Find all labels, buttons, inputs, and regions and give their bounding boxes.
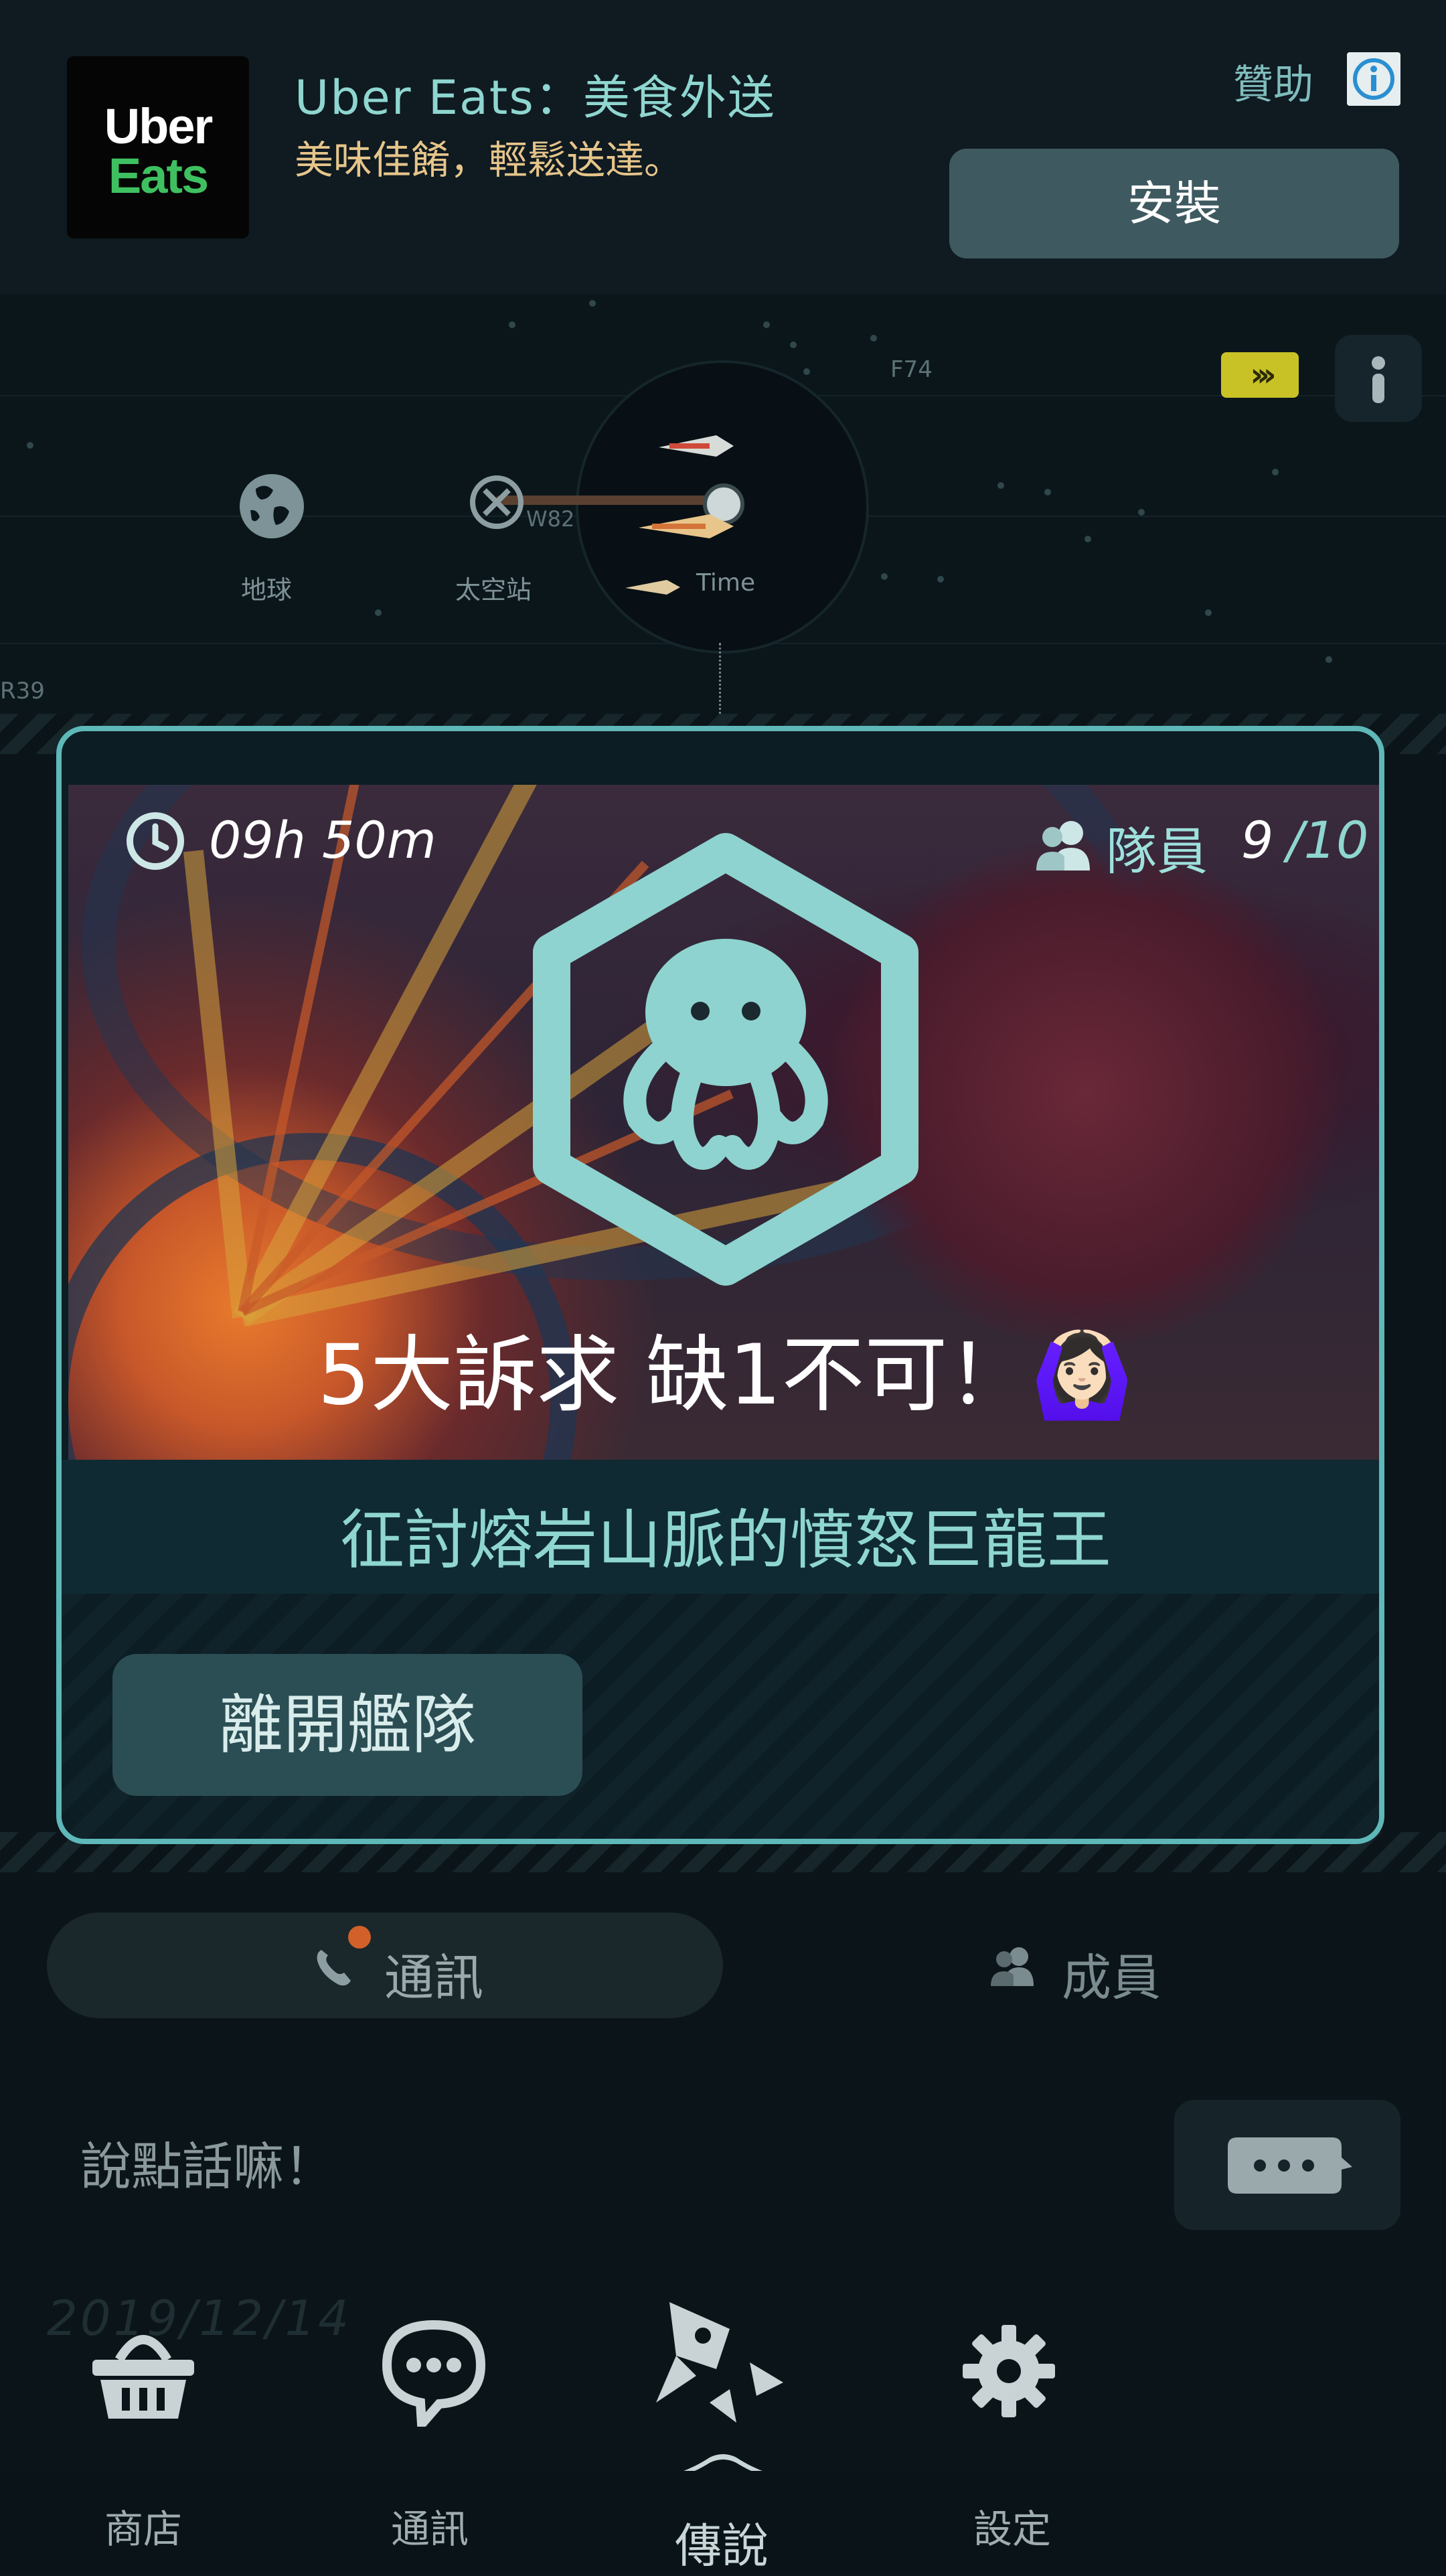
nav-settings-label[interactable]: 設定 (973, 2498, 1051, 2554)
map-marker-w82: W82 (526, 506, 575, 532)
map-route-line (719, 643, 722, 723)
map-star (881, 573, 888, 580)
notification-dot (348, 1926, 371, 1949)
map-marker-r39: R39 (0, 678, 45, 704)
ad-title[interactable]: Uber Eats：美食外送 (295, 60, 776, 128)
fleet-title: 征討熔岩山脈的憤怒巨龍王 (340, 1503, 1111, 1578)
tab-members-label[interactable]: 成員 (1062, 1938, 1161, 2010)
ad-logo-text-top: Uber (104, 98, 214, 154)
space-station-icon[interactable] (469, 474, 525, 533)
ad-subtitle: 美味佳餚，輕鬆送達。 (295, 137, 684, 183)
tab-communication-label: 通訊 (384, 1949, 483, 2007)
globe-icon[interactable] (236, 470, 308, 545)
person-info-icon (1372, 356, 1385, 403)
map-star (763, 321, 770, 328)
phone-icon (312, 1946, 355, 1991)
members-label: 隊員 (1106, 822, 1208, 881)
ship-icon (656, 429, 736, 465)
chat-bubble-icon (1228, 2137, 1352, 2194)
chat-input[interactable]: 說點話嘛！ (47, 2107, 1145, 2227)
star-map[interactable]: 地球 太空站 W82 Time F74 R39 ››› (0, 295, 1446, 723)
map-star (589, 300, 596, 307)
shopping-basket-icon[interactable] (86, 2313, 201, 2431)
send-message-button[interactable] (1174, 2100, 1400, 2230)
fleet-card: 09h 50m 隊員 9 /10 5大訴求 缺1不可！🙆🏻‍♀️ 征討熔岩山脈的… (56, 726, 1384, 1844)
map-marker-f74: F74 (890, 356, 933, 383)
map-star (790, 342, 797, 348)
map-star (870, 335, 877, 342)
members-icon (1032, 818, 1097, 875)
travel-track (495, 496, 723, 505)
map-star (803, 368, 810, 375)
ad-logo-text-bottom: Eats (108, 148, 209, 204)
nav-legend-label[interactable]: 傳說 (675, 2508, 769, 2576)
gear-icon[interactable] (959, 2321, 1059, 2424)
map-star (375, 609, 382, 616)
ship-icon (636, 508, 736, 548)
map-star (1205, 609, 1212, 616)
map-star (27, 442, 33, 449)
map-star (1326, 656, 1332, 663)
info-button[interactable] (1335, 335, 1422, 422)
nav-store-label[interactable]: 商店 (104, 2498, 182, 2554)
earth-label: 地球 (241, 575, 293, 605)
ad-sponsor-label: 贊助 (1233, 62, 1313, 108)
nav-chat-label[interactable]: 通訊 (391, 2498, 469, 2554)
members-count: 9 (1241, 810, 1274, 870)
ad-info-icon[interactable] (1347, 52, 1400, 106)
members-tab-icon[interactable] (989, 1945, 1038, 1990)
clock-icon (123, 809, 187, 876)
rocket-icon[interactable] (649, 2289, 790, 2432)
ad-app-logo[interactable]: Uber Eats (67, 56, 249, 238)
members-max: /10 (1287, 810, 1369, 870)
chat-icon[interactable] (379, 2317, 489, 2436)
fleet-time-remaining: 09h 50m (209, 810, 436, 870)
ship-icon (623, 576, 683, 601)
map-star (997, 482, 1004, 489)
leave-fleet-button[interactable]: 離開艦隊 (112, 1654, 582, 1796)
map-star (1084, 536, 1091, 542)
map-star (1044, 489, 1051, 496)
fleet-slogan: 5大訴求 缺1不可！🙆🏻‍♀️ (317, 1327, 1134, 1424)
map-star (509, 321, 515, 328)
map-star (937, 576, 944, 583)
space-station-label: 太空站 (455, 575, 532, 605)
time-portal-label: Time (696, 569, 756, 597)
forward-arrows-button[interactable]: ››› (1221, 352, 1299, 398)
octopus-icon (525, 832, 927, 1290)
map-star (1138, 509, 1145, 516)
ad-install-button[interactable]: 安裝 (949, 149, 1399, 258)
map-star (1272, 469, 1279, 475)
